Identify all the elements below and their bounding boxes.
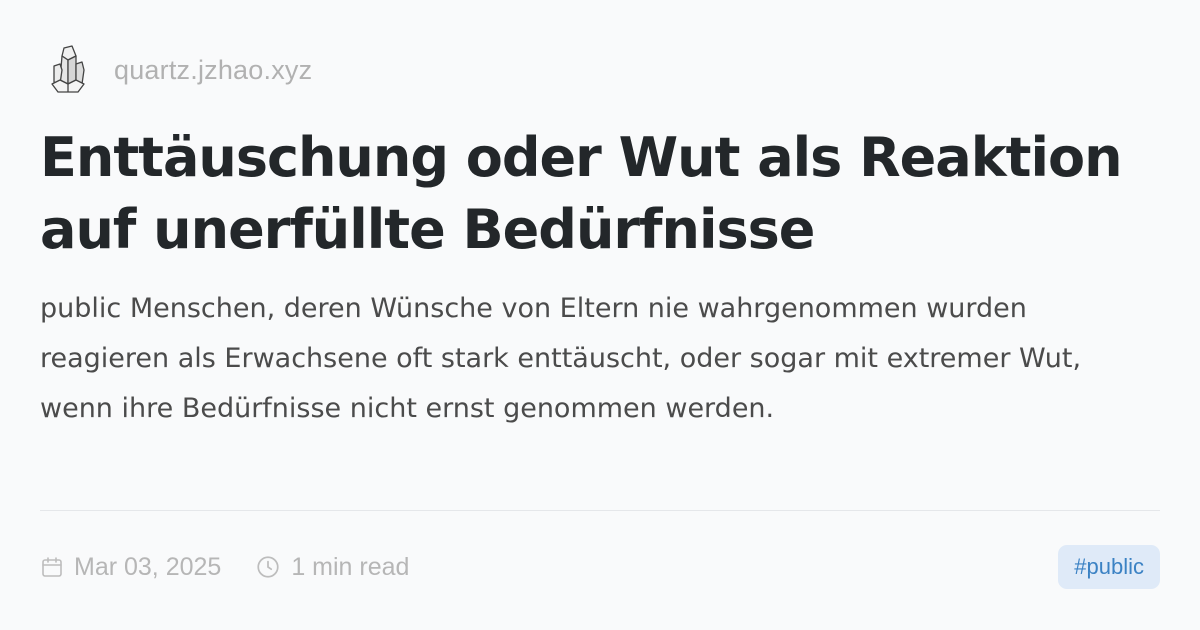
publish-date: Mar 03, 2025	[74, 552, 222, 581]
calendar-icon	[42, 557, 62, 577]
footer: Mar 03, 2025 1 min read #public	[40, 544, 1160, 590]
site-header: quartz.jzhao.xyz	[46, 40, 1160, 100]
site-name[interactable]: quartz.jzhao.xyz	[114, 55, 312, 86]
article-description: public Menschen, deren Wünsche von Elter…	[40, 293, 1082, 424]
divider	[40, 510, 1160, 511]
tag-public[interactable]: #public	[1058, 545, 1160, 589]
clock-icon	[257, 556, 279, 578]
og-card: quartz.jzhao.xyz Enttäuschung oder Wut a…	[0, 0, 1200, 630]
article-meta: Mar 03, 2025 1 min read	[40, 553, 443, 582]
page-title: Enttäuschung oder Wut als Reaktion auf u…	[40, 126, 1123, 261]
read-time: 1 min read	[291, 552, 410, 581]
date-meta: Mar 03, 2025	[40, 553, 221, 582]
read-time-meta: 1 min read	[255, 553, 409, 582]
crystal-logo-icon	[46, 42, 90, 98]
